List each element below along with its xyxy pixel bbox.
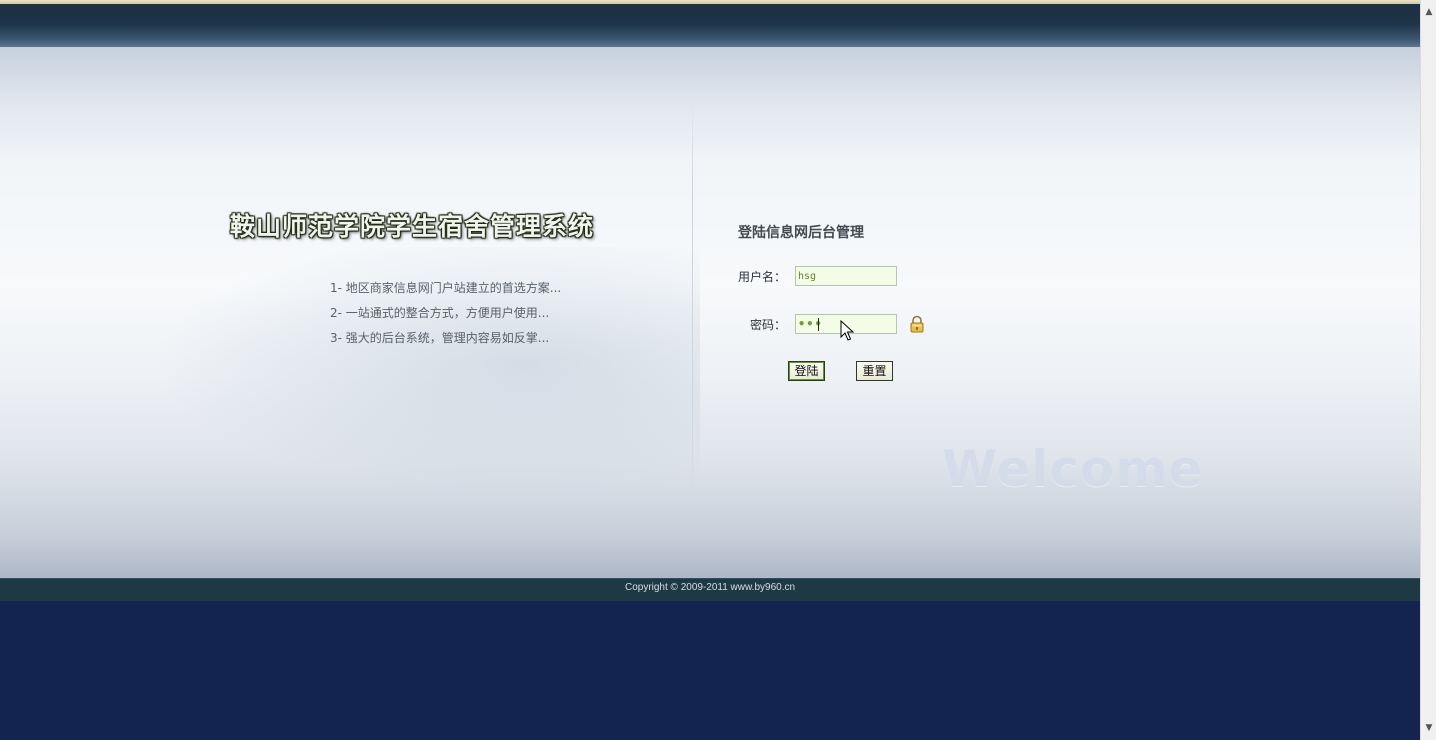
reset-button[interactable]: 重置 [856,361,893,381]
browser-viewport: 鞍山师范学院学生宿舍管理系统 1- 地区商家信息网门户站建立的首选方案... 2… [0,0,1420,740]
login-heading: 登陆信息网后台管理 [738,225,864,241]
password-label: 密码： [750,318,787,332]
panel-divider [692,97,693,507]
footer-bar: Copyright © 2009-2011 www.by960.cn [0,578,1420,601]
login-button[interactable]: 登陆 [788,361,825,381]
scroll-up-arrow-icon[interactable]: ▲ [1423,6,1435,18]
scroll-down-arrow-icon[interactable]: ▼ [1423,722,1435,734]
feature-list: 1- 地区商家信息网门户站建立的首选方案... 2- 一站通式的整合方式，方便用… [330,280,561,355]
username-input[interactable] [795,266,897,286]
welcome-watermark: Welcome [942,440,1204,498]
text-caret [818,318,819,331]
username-label: 用户名： [738,270,787,284]
vertical-scrollbar[interactable]: ▲ ▼ [1420,0,1436,740]
mouse-cursor-icon [840,320,854,341]
feature-item: 1- 地区商家信息网门户站建立的首选方案... [330,281,562,295]
system-title: 鞍山师范学院学生宿舍管理系统 [230,212,595,241]
feature-item: 2- 一站通式的整合方式，方便用户使用... [330,306,550,320]
login-panel: 鞍山师范学院学生宿舍管理系统 1- 地区商家信息网门户站建立的首选方案... 2… [0,47,1420,578]
lock-icon [910,315,924,333]
header-bar [0,4,1420,48]
feature-item: 3- 强大的后台系统，管理内容易如反掌... [330,331,550,345]
copyright-text: Copyright © 2009-2011 www.by960.cn [624,582,796,593]
